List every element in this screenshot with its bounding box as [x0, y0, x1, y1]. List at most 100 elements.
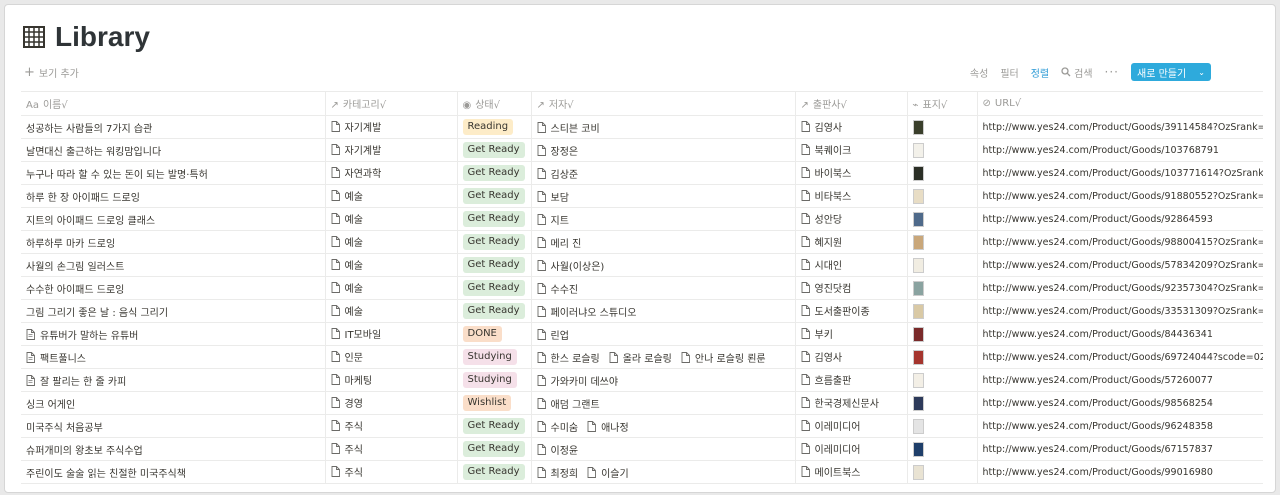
- cover-thumbnail[interactable]: [912, 326, 924, 342]
- url-link[interactable]: http://www.yes24.com/Product/Goods/91880…: [983, 191, 1264, 202]
- author-cell[interactable]: 최정희 이슬기: [531, 460, 796, 484]
- sort-button[interactable]: 정렬: [1031, 65, 1049, 80]
- status-cell[interactable]: Get Ready: [457, 414, 532, 438]
- category-cell[interactable]: 주식: [325, 460, 458, 484]
- author-link[interactable]: 페이러냐오 스튜디오: [537, 304, 636, 319]
- publisher-cell[interactable]: 비타북스: [795, 184, 908, 208]
- publisher-link[interactable]: 비타북스: [801, 188, 851, 203]
- chevron-down-icon[interactable]: ⌄: [1198, 68, 1205, 77]
- publisher-link[interactable]: 혜지원: [801, 234, 842, 249]
- status-cell[interactable]: Get Ready: [457, 161, 532, 185]
- name-cell[interactable]: 하루 한 장 아이패드 드로잉: [21, 184, 326, 208]
- url-cell[interactable]: http://www.yes24.com/Product/Goods/84436…: [977, 322, 1263, 346]
- name-cell[interactable]: 잘 팔리는 한 줄 카피: [21, 368, 326, 392]
- cover-thumbnail[interactable]: [912, 303, 924, 319]
- publisher-link[interactable]: 이레미디어: [801, 441, 861, 456]
- author-link[interactable]: 수미숨: [537, 419, 578, 434]
- table-row[interactable]: 성공하는 사람들의 7가지 습관 자기계발 Reading 스티븐 코비 김영사 http…: [21, 115, 1263, 139]
- author-cell[interactable]: 사월(이상은): [531, 253, 796, 277]
- author-link[interactable]: 최정희: [537, 465, 578, 480]
- publisher-cell[interactable]: 영진닷컴: [795, 276, 908, 300]
- table-row[interactable]: 미국주식 처음공부 주식 Get Ready 수미숨 애나정 이레미디어 http://ww…: [21, 414, 1263, 438]
- author-link[interactable]: 가와카미 데쓰야: [537, 373, 618, 388]
- author-link[interactable]: 장정은: [537, 143, 578, 158]
- cover-thumbnail[interactable]: [912, 464, 924, 480]
- publisher-cell[interactable]: 북퀘이크: [795, 138, 908, 162]
- publisher-cell[interactable]: 시대인: [795, 253, 908, 277]
- table-row[interactable]: 날면대신 출근하는 워킹맘입니다 자기계발 Get Ready 장정은 북퀘이크 http…: [21, 138, 1263, 162]
- category-cell[interactable]: 예술: [325, 276, 458, 300]
- status-cell[interactable]: Studying: [457, 345, 532, 369]
- category-link[interactable]: 자연과학: [331, 165, 381, 180]
- name-cell[interactable]: 유튜버가 말하는 유튜버: [21, 322, 326, 346]
- category-cell[interactable]: 마케팅: [325, 368, 458, 392]
- url-link[interactable]: http://www.yes24.com/Product/Goods/99016…: [983, 467, 1213, 478]
- cover-cell[interactable]: [907, 161, 978, 185]
- name-cell[interactable]: 그림 그리기 좋은 날 : 음식 그리기: [21, 299, 326, 323]
- author-link[interactable]: 수수진: [537, 281, 578, 296]
- category-link[interactable]: 예술: [331, 234, 363, 249]
- category-link[interactable]: 주식: [331, 441, 363, 456]
- publisher-link[interactable]: 북퀘이크: [801, 142, 851, 157]
- author-link[interactable]: 지트: [537, 212, 569, 227]
- table-row[interactable]: 슈퍼개미의 왕초보 주식수업 주식 Get Ready 이정윤 이레미디어 http://…: [21, 437, 1263, 461]
- column-header-status[interactable]: ◉ 상태√: [457, 91, 532, 116]
- status-cell[interactable]: Get Ready: [457, 276, 532, 300]
- author-link[interactable]: 김상준: [537, 166, 578, 181]
- status-cell[interactable]: DONE: [457, 322, 532, 346]
- category-cell[interactable]: 예술: [325, 230, 458, 254]
- url-cell[interactable]: http://www.yes24.com/Product/Goods/91880…: [977, 184, 1264, 208]
- name-cell[interactable]: 지트의 아이패드 드로잉 클래스: [21, 207, 326, 231]
- url-link[interactable]: http://www.yes24.com/Product/Goods/84436…: [983, 329, 1213, 340]
- cover-thumbnail[interactable]: [912, 211, 924, 227]
- category-link[interactable]: 자기계발: [331, 142, 381, 157]
- publisher-link[interactable]: 메이트북스: [801, 464, 861, 479]
- url-cell[interactable]: http://www.yes24.com/Product/Goods/57260…: [977, 368, 1263, 392]
- cover-cell[interactable]: [907, 460, 978, 484]
- author-link[interactable]: 애덤 그랜트: [537, 396, 600, 411]
- category-link[interactable]: 인문: [331, 349, 363, 364]
- table-row[interactable]: 팩트풀니스 인문 Studying 한스 로슬링 올라 로슬링 안나 로슬링 뢴룬 김영사 h…: [21, 345, 1263, 369]
- publisher-link[interactable]: 이레미디어: [801, 418, 861, 433]
- cover-thumbnail[interactable]: [912, 234, 924, 250]
- url-link[interactable]: http://www.yes24.com/Product/Goods/10377…: [983, 168, 1264, 179]
- url-cell[interactable]: http://www.yes24.com/Product/Goods/33531…: [977, 299, 1263, 323]
- column-header-cover[interactable]: ⌁ 표지√: [907, 91, 978, 116]
- publisher-cell[interactable]: 도서출판이종: [795, 299, 908, 323]
- author-cell[interactable]: 린업: [531, 322, 796, 346]
- status-cell[interactable]: Get Ready: [457, 253, 532, 277]
- status-cell[interactable]: Wishlist: [457, 391, 532, 415]
- cover-cell[interactable]: [907, 207, 978, 231]
- cover-thumbnail[interactable]: [912, 349, 924, 365]
- publisher-link[interactable]: 한국경제신문사: [801, 395, 879, 410]
- cover-cell[interactable]: [907, 414, 978, 438]
- category-cell[interactable]: 주식: [325, 437, 458, 461]
- table-row[interactable]: 수수한 아이패드 드로잉 예술 Get Ready 수수진 영진닷컴 http://www…: [21, 276, 1264, 300]
- name-cell[interactable]: 수수한 아이패드 드로잉: [21, 276, 326, 300]
- url-cell[interactable]: http://www.yes24.com/Product/Goods/92864…: [977, 207, 1263, 231]
- cover-thumbnail[interactable]: [912, 142, 924, 158]
- cover-thumbnail[interactable]: [912, 188, 924, 204]
- url-link[interactable]: http://www.yes24.com/Product/Goods/57834…: [983, 260, 1264, 271]
- category-cell[interactable]: 예술: [325, 207, 458, 231]
- cover-thumbnail[interactable]: [912, 165, 924, 181]
- cover-cell[interactable]: [907, 115, 978, 139]
- publisher-link[interactable]: 성안당: [801, 211, 842, 226]
- author-cell[interactable]: 가와카미 데쓰야: [531, 368, 796, 392]
- category-link[interactable]: 자기계발: [331, 119, 381, 134]
- status-cell[interactable]: Reading: [457, 115, 532, 139]
- url-cell[interactable]: http://www.yes24.com/Product/Goods/10377…: [977, 161, 1264, 185]
- status-cell[interactable]: Get Ready: [457, 460, 532, 484]
- publisher-link[interactable]: 흐름출판: [801, 372, 851, 387]
- publisher-link[interactable]: 김영사: [801, 119, 842, 134]
- author-cell[interactable]: 이정윤: [531, 437, 796, 461]
- category-cell[interactable]: 자연과학: [325, 161, 458, 185]
- status-cell[interactable]: Get Ready: [457, 299, 532, 323]
- category-cell[interactable]: 인문: [325, 345, 458, 369]
- publisher-link[interactable]: 도서출판이종: [801, 303, 870, 318]
- category-link[interactable]: 주식: [331, 464, 363, 479]
- url-link[interactable]: http://www.yes24.com/Product/Goods/92357…: [983, 283, 1264, 294]
- table-row[interactable]: 주린이도 술술 읽는 친절한 미국주식책 주식 Get Ready 최정희 이슬기 메이트…: [21, 460, 1263, 484]
- cover-cell[interactable]: [907, 391, 978, 415]
- url-link[interactable]: http://www.yes24.com/Product/Goods/96248…: [983, 421, 1213, 432]
